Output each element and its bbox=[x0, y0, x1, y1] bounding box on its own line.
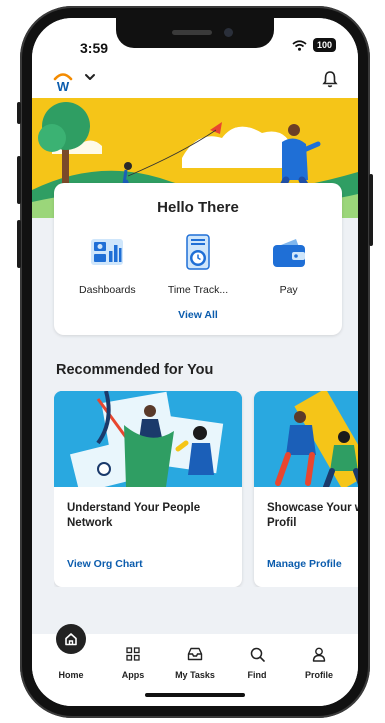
greeting-title: Hello There bbox=[157, 199, 239, 216]
tab-home[interactable]: Home bbox=[43, 624, 99, 694]
view-all-link[interactable]: View All bbox=[54, 309, 342, 321]
home-icon bbox=[65, 633, 77, 646]
tab-apps[interactable]: Apps bbox=[105, 634, 161, 694]
app-bar: W bbox=[32, 62, 358, 98]
greeting-card: Hello There Dashboards Time Track... Pay… bbox=[54, 183, 342, 335]
people-network-illustration bbox=[54, 391, 242, 494]
side-button-silent bbox=[17, 102, 21, 124]
search-icon bbox=[250, 647, 265, 662]
status-time: 3:59 bbox=[80, 40, 109, 56]
recommended-card-title: Understand Your People Network bbox=[67, 502, 201, 529]
chevron-down-icon[interactable] bbox=[84, 72, 96, 82]
quick-link-dashboards[interactable]: Dashboards bbox=[67, 233, 147, 296]
inbox-icon bbox=[187, 647, 203, 661]
dashboards-icon bbox=[91, 239, 124, 265]
recommended-card-title: Showcase Your with Your Profil bbox=[267, 502, 358, 529]
tasks-icon-wrapper bbox=[167, 644, 223, 664]
recommended-card[interactable]: Understand Your People Network View Org … bbox=[54, 391, 242, 587]
time-tracking-icon bbox=[186, 234, 210, 270]
workday-logo-icon: W bbox=[53, 73, 73, 94]
tab-label: Home bbox=[58, 670, 84, 680]
speaker bbox=[172, 30, 212, 35]
home-indicator[interactable] bbox=[145, 693, 245, 697]
profile-icon-wrapper bbox=[291, 644, 347, 664]
tab-profile[interactable]: Profile bbox=[291, 634, 347, 694]
quick-link-label: Pay bbox=[279, 284, 298, 296]
status-icons: 100 bbox=[292, 38, 336, 52]
tab-find[interactable]: Find bbox=[229, 634, 285, 694]
recommended-card[interactable]: Showcase Your with Your Profil Manage Pr… bbox=[254, 391, 358, 587]
quick-links: Dashboards Time Track... Pay bbox=[54, 233, 342, 296]
svg-text:W: W bbox=[57, 79, 70, 92]
apps-grid-icon bbox=[126, 647, 140, 661]
person-icon bbox=[312, 647, 326, 662]
bell-icon[interactable] bbox=[322, 70, 338, 88]
recommended-carousel[interactable]: Understand Your People Network View Org … bbox=[54, 391, 358, 587]
quick-link-label: Time Track... bbox=[167, 284, 229, 296]
side-button-volume-down bbox=[17, 220, 21, 268]
notch bbox=[116, 18, 274, 48]
quick-link-time-tracking[interactable]: Time Track... bbox=[158, 233, 238, 296]
quick-link-pay[interactable]: Pay bbox=[249, 233, 329, 296]
app-screen: 3:59 100 W Hello There Dashboards Time T… bbox=[32, 18, 358, 706]
tab-label: My Tasks bbox=[175, 670, 215, 680]
quick-link-label: Dashboards bbox=[79, 284, 136, 296]
recommended-title: Recommended for You bbox=[56, 362, 214, 378]
pay-icon bbox=[272, 239, 305, 267]
manage-profile-link[interactable]: Manage Profile bbox=[267, 558, 342, 570]
tab-label: Find bbox=[247, 670, 267, 680]
tab-list: Home Apps My Tasks Find Profile bbox=[32, 624, 358, 694]
side-button-power bbox=[369, 174, 373, 246]
find-icon-wrapper bbox=[229, 644, 285, 664]
battery-icon: 100 bbox=[312, 38, 336, 52]
front-camera bbox=[224, 28, 233, 37]
home-icon-wrapper bbox=[43, 624, 99, 664]
tab-label: Profile bbox=[304, 670, 333, 680]
workday-logo[interactable]: W bbox=[52, 70, 74, 97]
view-org-chart-link[interactable]: View Org Chart bbox=[67, 558, 143, 570]
profile-showcase-illustration bbox=[254, 391, 358, 490]
wifi-icon bbox=[292, 39, 307, 51]
bottom-tab-bar: Home Apps My Tasks Find Profile bbox=[32, 624, 358, 706]
tab-my-tasks[interactable]: My Tasks bbox=[167, 634, 223, 694]
home-active-indicator bbox=[56, 624, 86, 654]
apps-icon-wrapper bbox=[105, 644, 161, 664]
tab-label: Apps bbox=[121, 670, 145, 680]
side-button-volume-up bbox=[17, 156, 21, 204]
